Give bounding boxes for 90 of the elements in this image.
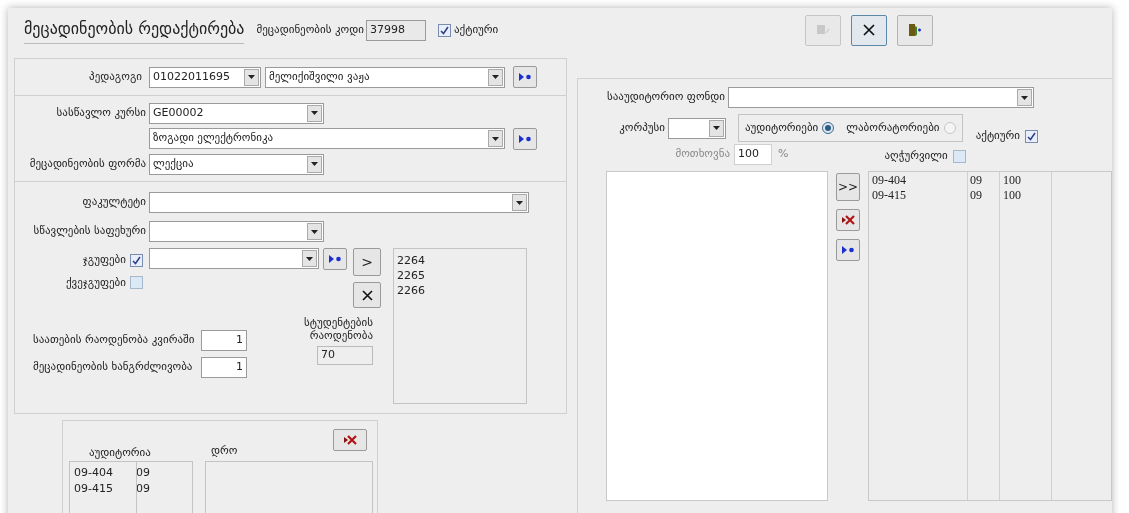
- input-field[interactable]: 37998: [365, 19, 426, 41]
- input-field[interactable]: 1: [201, 357, 247, 378]
- add-button[interactable]: [513, 127, 537, 150]
- input-field[interactable]: 100: [734, 144, 772, 165]
- table-cell-text: 09-415: [73, 481, 114, 497]
- field-label: ფაკულტეტი: [81, 194, 147, 211]
- delete-button[interactable]: [333, 429, 367, 451]
- column-header: დრო: [211, 443, 238, 459]
- field-label: კორპუსი: [618, 119, 666, 136]
- caret-icon: [1021, 95, 1028, 100]
- caret-icon: [311, 229, 318, 234]
- dropdown[interactable]: [728, 87, 1034, 108]
- caret-icon: [306, 256, 313, 261]
- field-label: მეცადინეობის ხანგრძლივობა: [33, 359, 194, 376]
- field-label: სტუდენტების რაოდენობა: [303, 316, 373, 342]
- checkbox-label: ქვეჯგუფები: [65, 274, 126, 291]
- close-icon: [361, 289, 373, 301]
- list-item[interactable]: 2265: [397, 268, 526, 283]
- input-field: 70: [317, 346, 373, 365]
- table-cell-text: 09-404: [871, 173, 907, 188]
- table-cell-text: 100: [1002, 188, 1021, 203]
- dropdown[interactable]: ლექცია: [149, 153, 324, 175]
- add-button[interactable]: [836, 239, 860, 261]
- delete-button[interactable]: [836, 209, 860, 231]
- caret-icon: [311, 111, 318, 115]
- caret-icon: [311, 162, 318, 166]
- save-icon: [816, 24, 830, 36]
- room-list[interactable]: 09-404 09 09-415 09: [69, 461, 193, 513]
- check-icon: [132, 255, 141, 265]
- table-cell-text: 09: [969, 188, 983, 203]
- radio-button[interactable]: [943, 122, 956, 134]
- add-to-list-button[interactable]: >: [353, 248, 381, 276]
- checkbox[interactable]: [1024, 129, 1038, 143]
- checkbox-label: ჯგუფები: [82, 252, 126, 268]
- add-button[interactable]: [323, 248, 347, 270]
- input-field[interactable]: 1: [201, 330, 247, 351]
- table-cell-text: 09-415: [871, 188, 907, 203]
- delete-icon: [343, 435, 357, 445]
- column-header: აუდიტორია: [89, 445, 151, 461]
- dropdown[interactable]: [149, 192, 529, 213]
- close-icon: [863, 24, 875, 36]
- checkbox[interactable]: [952, 150, 966, 163]
- checkbox-label: აქტიური: [453, 21, 499, 38]
- exit-button[interactable]: [897, 14, 933, 46]
- checkbox-label: აქტიური: [975, 127, 1020, 144]
- table-cell-text: 09: [135, 465, 150, 481]
- radio-label: აუდიტორიები: [745, 119, 819, 136]
- form-title: მეცადინეობის რედაქტირება: [24, 16, 245, 44]
- radio-button[interactable]: [822, 122, 835, 134]
- door-icon: [908, 23, 922, 37]
- dropdown[interactable]: მელიქიშვილი ვაჟა: [265, 66, 505, 88]
- assigned-room-table[interactable]: 09-404 09 100 09-415 09 100: [868, 171, 1112, 501]
- table-cell-text: 09-404: [73, 465, 114, 481]
- caret-icon: [248, 75, 255, 79]
- checkbox[interactable]: [437, 23, 451, 37]
- checkbox-label: აღჭურვილი: [884, 148, 948, 165]
- caret-icon: [492, 75, 499, 79]
- add-button[interactable]: [513, 66, 537, 88]
- unit-label: %: [778, 146, 789, 163]
- checkbox[interactable]: [130, 276, 143, 290]
- caret-icon: [492, 136, 499, 141]
- radio-label: ლაბორატორიები: [846, 119, 940, 136]
- field-label: მეცადინეობის კოდი: [256, 21, 364, 38]
- field-label: პედაგოგი: [88, 68, 143, 85]
- dropdown[interactable]: ზოგადი ელექტრონიკა: [149, 128, 505, 149]
- list-item[interactable]: 2264: [397, 253, 526, 268]
- field-label: სწავლების საფეხური: [32, 223, 147, 240]
- remove-button[interactable]: [353, 282, 381, 308]
- table-cell-text: 100: [1002, 173, 1021, 188]
- field-label: სასწავლო კურსი: [55, 104, 147, 121]
- caret-icon: [516, 200, 523, 205]
- cancel-button[interactable]: [851, 14, 887, 46]
- check-icon: [439, 25, 449, 35]
- field-label: სააუდიტორიო ფონდი: [606, 89, 726, 106]
- list-item[interactable]: 2266: [397, 283, 526, 298]
- delete-icon: [841, 215, 855, 225]
- field-label: საათების რაოდენობა კვირაში: [33, 332, 196, 349]
- dropdown[interactable]: [149, 221, 324, 242]
- checkbox[interactable]: [130, 253, 143, 267]
- table-cell-text: 09: [969, 173, 983, 188]
- dropdown[interactable]: 01022011695: [149, 66, 261, 88]
- check-icon: [1026, 131, 1036, 141]
- dropdown[interactable]: [668, 117, 726, 139]
- table-cell-text: 09: [135, 481, 150, 497]
- field-label: მოთხოვნა: [674, 146, 731, 163]
- dropdown[interactable]: GE00002: [149, 102, 324, 124]
- move-all-button[interactable]: >>: [836, 173, 860, 201]
- caret-icon: [713, 126, 720, 130]
- group-list[interactable]: 2264 2265 2266: [393, 248, 527, 404]
- field-label: მეცადინეობის ფორმა: [28, 155, 147, 172]
